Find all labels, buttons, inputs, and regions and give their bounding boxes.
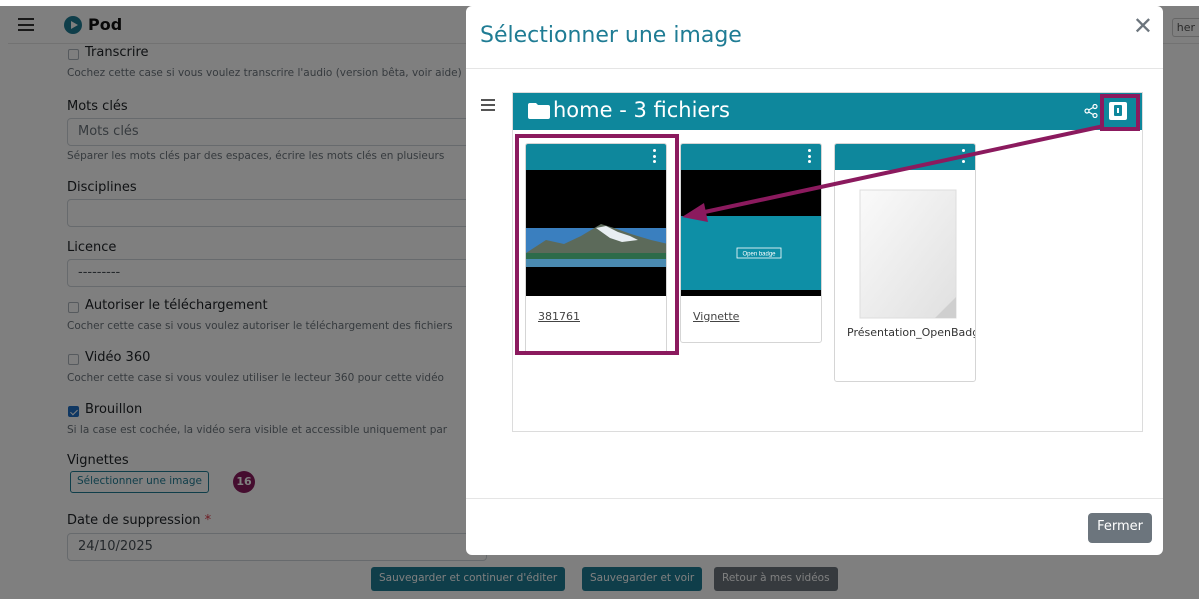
document-icon <box>835 170 975 322</box>
modal-title: Sélectionner une image <box>480 23 742 48</box>
file-manager-header: home - 3 fichiers <box>513 93 1142 130</box>
file-name[interactable]: Vignette <box>681 296 821 342</box>
landscape-thumbnail <box>526 170 666 296</box>
modal-header-divider <box>466 68 1163 69</box>
share-icon[interactable] <box>1084 104 1098 118</box>
file-card-presentation[interactable]: Présentation_OpenBadg <box>834 143 976 382</box>
file-name[interactable]: 381761 <box>526 296 666 343</box>
kebab-menu-icon[interactable] <box>962 149 965 163</box>
open-badge-text: Open badge <box>742 252 776 258</box>
file-card-header <box>526 144 666 170</box>
file-card-vignette[interactable]: Open badge Vignette <box>680 143 822 343</box>
file-name[interactable]: Présentation_OpenBadg <box>835 322 975 359</box>
file-card-381761[interactable]: 381761 <box>525 143 667 355</box>
folder-icon <box>528 103 550 119</box>
close-button[interactable]: Fermer <box>1088 513 1152 543</box>
modal-footer-divider <box>466 498 1163 499</box>
close-icon[interactable]: ✕ <box>1133 14 1153 38</box>
file-manager-title: home - 3 fichiers <box>553 98 730 122</box>
file-manager: home - 3 fichiers 381761 Open badge Vign… <box>512 92 1143 432</box>
kebab-menu-icon[interactable] <box>653 149 656 163</box>
select-image-modal: Sélectionner une image ✕ home - 3 fichie… <box>466 6 1163 555</box>
open-badge-thumbnail: Open badge <box>681 170 821 296</box>
kebab-menu-icon[interactable] <box>808 149 811 163</box>
filemanager-menu-icon[interactable] <box>481 99 495 111</box>
upload-file-icon[interactable] <box>1109 102 1127 120</box>
file-card-header <box>681 144 821 170</box>
file-card-header <box>835 144 975 170</box>
